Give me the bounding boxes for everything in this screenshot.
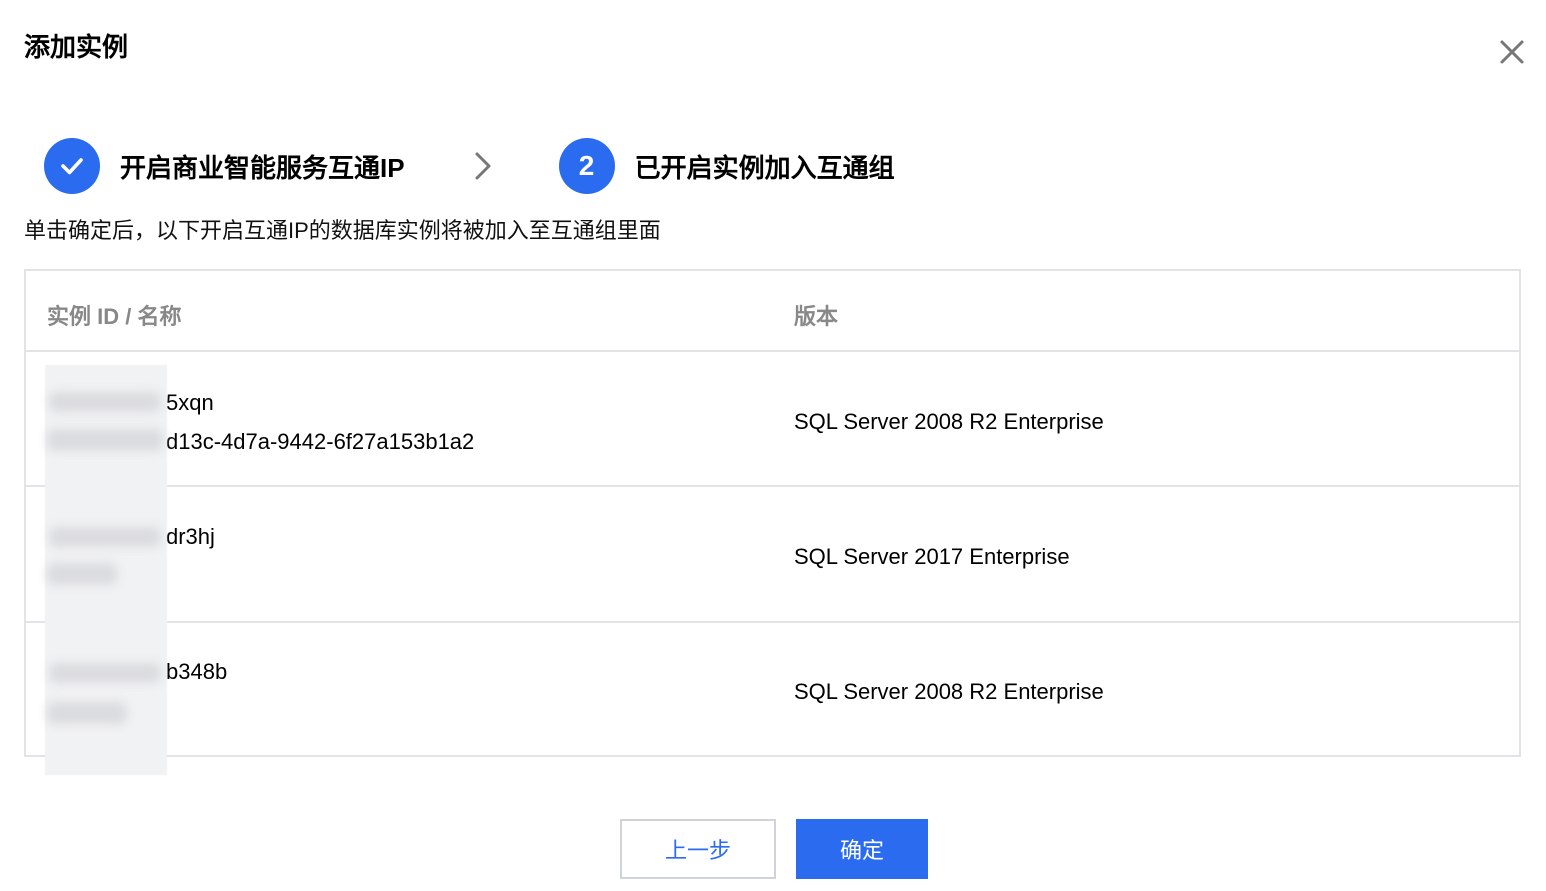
- instance-id: dr3hj: [166, 524, 215, 549]
- close-icon[interactable]: [1494, 34, 1530, 70]
- dialog-title: 添加实例: [24, 32, 129, 62]
- instance-version: SQL Server 2008 R2 Enterprise: [794, 409, 1104, 434]
- stepper: 开启商业智能服务互通IP 2 已开启实例加入互通组: [44, 138, 895, 194]
- column-header-instance: 实例 ID / 名称: [47, 304, 182, 329]
- instance-name: d13c-4d7a-9442-6f27a153b1a2: [166, 429, 475, 454]
- instance-id: b348b: [166, 659, 228, 684]
- description-text: 单击确定后，以下开启互通IP的数据库实例将被加入至互通组里面: [24, 218, 661, 243]
- step-2-number: 2: [558, 138, 615, 194]
- add-instance-dialog: 添加实例 开启商业智能服务互通IP 2 已开启实例加入互通组 单击确定后，以下开…: [0, 0, 1546, 891]
- step-1-check-icon: [44, 138, 100, 194]
- instance-id: 5xqn: [166, 390, 214, 415]
- instance-version: SQL Server 2008 R2 Enterprise: [794, 679, 1104, 704]
- confirm-button[interactable]: 确定: [796, 819, 928, 879]
- step-2-label: 已开启实例加入互通组: [634, 152, 895, 183]
- redaction-mask: [45, 365, 167, 775]
- previous-step-button[interactable]: 上一步: [620, 819, 776, 879]
- table-row: 5xqn d13c-4d7a-9442-6f27a153b1a2 SQL Ser…: [26, 352, 1519, 487]
- table-row: dr3hj SQL Server 2017 Enterprise: [26, 488, 1519, 623]
- instance-table: 实例 ID / 名称 版本 5xqn d13c-4d7a-9442-6f27a1…: [24, 269, 1521, 757]
- table-header: 实例 ID / 名称 版本: [26, 271, 1519, 352]
- instance-version: SQL Server 2017 Enterprise: [794, 544, 1070, 569]
- chevron-right-icon: [471, 150, 495, 182]
- step-1-label: 开启商业智能服务互通IP: [120, 152, 405, 183]
- column-header-version: 版本: [794, 304, 839, 329]
- table-row: b348b SQL Server 2008 R2 Enterprise: [26, 623, 1519, 758]
